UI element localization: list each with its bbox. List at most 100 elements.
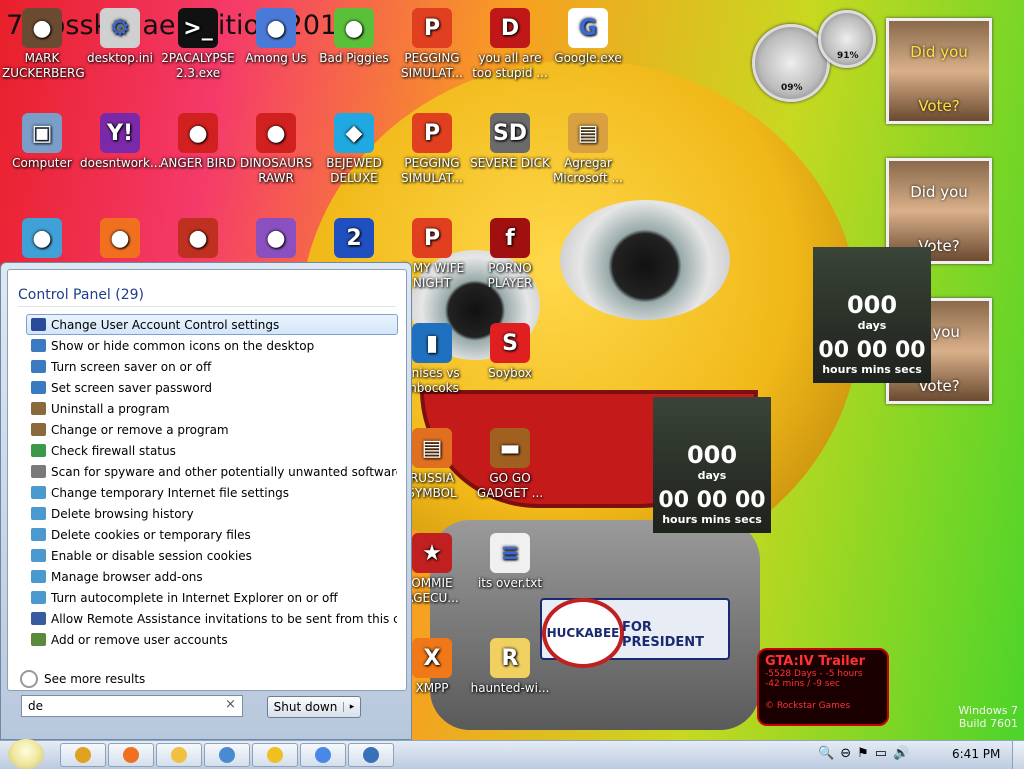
desktop-icon[interactable]: Dyou all are too stupid ... bbox=[470, 8, 550, 81]
desktop-icon[interactable]: >_ 2PACALYPSE 2.3.exe bbox=[158, 8, 238, 81]
search-result-item[interactable]: Change User Account Control settings bbox=[26, 314, 398, 335]
desktop-icon[interactable]: Rhaunted-wi... bbox=[470, 638, 550, 696]
search-result-item[interactable]: Add or remove user accounts bbox=[26, 629, 398, 650]
desktop-icon-label: PEGGING SIMULAT... bbox=[401, 156, 463, 185]
search-results-pane: Control Panel (29) Change User Account C… bbox=[7, 269, 407, 691]
google-icon bbox=[315, 747, 331, 763]
monitor-icon bbox=[31, 339, 46, 352]
search-result-item[interactable]: Allow Remote Assistance invitations to b… bbox=[26, 608, 398, 629]
gta-countdown-gadget[interactable]: GTA:IV Trailer -5528 Days - -5 hours -42… bbox=[757, 648, 889, 726]
desktop-icon[interactable]: ● bbox=[236, 218, 316, 261]
firefox-icon: ● bbox=[100, 218, 140, 258]
results-group-header[interactable]: Control Panel (29) bbox=[18, 287, 144, 303]
desktop-icon[interactable]: S Soybox bbox=[470, 323, 550, 381]
programs-icon bbox=[31, 402, 46, 415]
search-result-item[interactable]: Uninstall a program bbox=[26, 398, 398, 419]
search-result-item[interactable]: Scan for spyware and other potentially u… bbox=[26, 461, 398, 482]
desktop-icon[interactable]: ◆ BEJEWED DELUXE bbox=[314, 113, 394, 186]
desktop-icon[interactable]: P PEGGING SIMULAT... bbox=[392, 8, 472, 81]
countdown-days-value: 000 bbox=[846, 291, 898, 319]
countdown-gadget-1[interactable]: 000 days 00 00 00 hours mins secs bbox=[813, 247, 931, 383]
taskbar-button[interactable] bbox=[204, 743, 250, 767]
desktop-icon[interactable]: ≡ its over.txt bbox=[470, 533, 550, 591]
countdown-time-label: hours mins secs bbox=[662, 513, 762, 526]
angry-birds-seasons-icon: ● bbox=[178, 218, 218, 258]
cpu-percent: 09% bbox=[781, 83, 803, 93]
desktop-icon[interactable]: ▬ GO GO GADGET ... bbox=[470, 428, 550, 501]
desktop-icon[interactable]: Y! doesntwork... bbox=[80, 113, 162, 171]
search-result-item[interactable]: Delete browsing history bbox=[26, 503, 398, 524]
desktop-icon[interactable]: P PEGGING SIMULAT... bbox=[392, 113, 472, 186]
tray-icon[interactable]: 🔊 bbox=[893, 746, 909, 761]
window-icon bbox=[363, 747, 379, 763]
search-result-item[interactable]: Turn autocomplete in Internet Explorer o… bbox=[26, 587, 398, 608]
shutdown-button[interactable]: Shut down ▸ bbox=[267, 696, 361, 718]
desktop-icon[interactable]: 2 bbox=[314, 218, 394, 261]
huckabee-gadget[interactable]: HUCKABEE FOR PRESIDENT bbox=[540, 598, 730, 668]
tray-icon[interactable]: ▭ bbox=[875, 746, 887, 761]
desktop-icon[interactable]: f PORNO PLAYER bbox=[470, 218, 550, 291]
see-more-results-link[interactable]: See more results bbox=[20, 670, 145, 688]
gta-title: GTA:IV Trailer bbox=[765, 654, 865, 669]
search-result-item[interactable]: Enable or disable session cookies bbox=[26, 545, 398, 566]
desktop-icon[interactable]: SD SEVERE DICK bbox=[470, 113, 550, 171]
search-result-item[interactable]: Set screen saver password bbox=[26, 377, 398, 398]
user-photo-icon: ● bbox=[22, 8, 62, 48]
desktop-icon-label: DINOSAURS RAWR bbox=[240, 156, 312, 185]
taskbar-button[interactable] bbox=[156, 743, 202, 767]
desktop-icon[interactable]: G Google.exe bbox=[548, 8, 628, 66]
search-result-item[interactable]: Check firewall status bbox=[26, 440, 398, 461]
search-result-item[interactable]: Manage browser add-ons bbox=[26, 566, 398, 587]
internet-options-icon bbox=[31, 549, 46, 562]
vote-photo-gadget-1[interactable]: Did you Vote? bbox=[886, 18, 992, 124]
desktop-icon-label: 2PACALYPSE 2.3.exe bbox=[161, 51, 235, 80]
taskbar-button[interactable] bbox=[108, 743, 154, 767]
tray-icon[interactable]: ⊖ bbox=[840, 746, 851, 761]
programs-icon bbox=[31, 423, 46, 436]
taskbar-button[interactable] bbox=[252, 743, 298, 767]
tray-icon[interactable]: ⚑ bbox=[857, 746, 869, 761]
search-result-label: Set screen saver password bbox=[51, 380, 213, 395]
desktop-icon[interactable]: ● MARK ZUCKERBERG bbox=[2, 8, 85, 81]
defender-icon bbox=[31, 465, 46, 478]
taskbar-button[interactable] bbox=[348, 743, 394, 767]
desktop-icon[interactable]: ● bbox=[80, 218, 160, 261]
start-button[interactable] bbox=[8, 739, 44, 769]
taskbar-button[interactable] bbox=[300, 743, 346, 767]
search-result-item[interactable]: Change temporary Internet file settings bbox=[26, 482, 398, 503]
tray-icon[interactable]: 🔍 bbox=[818, 746, 834, 761]
desktop-icon[interactable]: ● bbox=[2, 218, 82, 261]
desktop-icon[interactable]: ● Bad Piggies bbox=[314, 8, 394, 66]
p-logo-icon: P bbox=[412, 113, 452, 153]
desktop-icon[interactable]: ⚙ desktop.ini bbox=[80, 8, 160, 66]
desktop-icon[interactable]: ● Among Us bbox=[236, 8, 316, 66]
search-result-item[interactable]: Show or hide common icons on the desktop bbox=[26, 335, 398, 356]
search-result-item[interactable]: Delete cookies or temporary files bbox=[26, 524, 398, 545]
desktop-icon[interactable]: ▤ Agregar Microsoft ... bbox=[548, 113, 628, 186]
show-desktop-button[interactable] bbox=[1012, 741, 1024, 769]
desktop-icon[interactable]: ▣ Computer bbox=[2, 113, 82, 171]
desktop-icon-label: doesntwork... bbox=[80, 156, 162, 170]
desktop-icon-label: GO GO GADGET ... bbox=[476, 471, 544, 500]
package-icon: ▤ bbox=[412, 428, 452, 468]
users-icon bbox=[31, 633, 46, 646]
devcpp-icon: D bbox=[490, 8, 530, 48]
shutdown-options-arrow-icon[interactable]: ▸ bbox=[343, 702, 360, 712]
search-result-item[interactable]: Change or remove a program bbox=[26, 419, 398, 440]
start-search-input[interactable]: de bbox=[21, 695, 243, 717]
desktop-icon-label: Soybox bbox=[488, 366, 532, 380]
countdown-gadget-2[interactable]: 000 days 00 00 00 hours mins secs bbox=[653, 397, 771, 533]
search-result-label: Change or remove a program bbox=[51, 422, 229, 437]
memory-gauge-gadget[interactable]: 91% bbox=[818, 10, 876, 68]
gear-sd-icon: SD bbox=[490, 113, 530, 153]
taskbar-button[interactable] bbox=[60, 743, 106, 767]
taskbar-clock[interactable]: 6:41 PM bbox=[952, 747, 1000, 761]
clear-search-icon[interactable]: × bbox=[225, 697, 236, 712]
search-result-item[interactable]: Turn screen saver on or off bbox=[26, 356, 398, 377]
settings-file-icon: ⚙ bbox=[100, 8, 140, 48]
desktop-icon[interactable]: ● ANGER BIRD bbox=[158, 113, 238, 171]
desktop-icon[interactable]: ● bbox=[158, 218, 238, 261]
desktop-icon[interactable]: ● DINOSAURS RAWR bbox=[236, 113, 316, 186]
desktop-icon-label: Among Us bbox=[245, 51, 307, 65]
pig-icon: ● bbox=[334, 8, 374, 48]
